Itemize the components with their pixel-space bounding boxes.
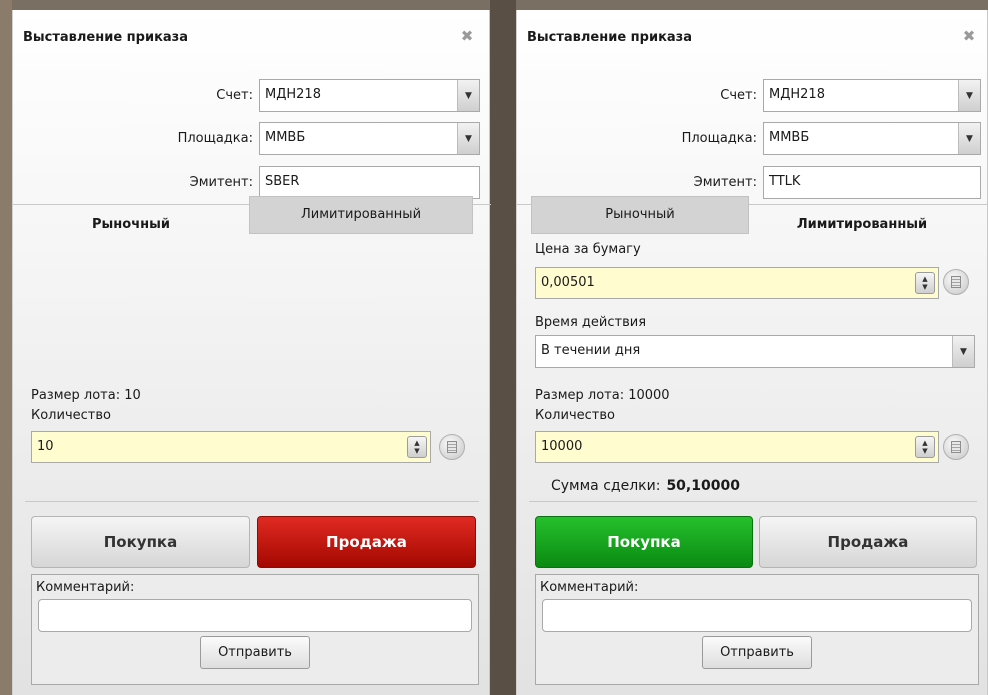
comment-section: Комментарий: Отправить: [535, 574, 979, 685]
spinner-icon[interactable]: ▲ ▼: [407, 436, 427, 458]
lot-size-text: Размер лота: 10: [31, 388, 141, 403]
issuer-label: Эмитент:: [189, 175, 253, 190]
close-icon[interactable]: ✖: [459, 28, 475, 44]
divider: [529, 501, 977, 502]
chevron-down-icon[interactable]: ▼: [958, 123, 980, 154]
issuer-input[interactable]: SBER: [259, 166, 480, 199]
divider: [25, 501, 479, 502]
tab-limit[interactable]: Лимитированный: [749, 207, 975, 245]
calculator-icon[interactable]: [943, 434, 969, 460]
quantity-value: 10000: [541, 439, 583, 454]
trade-total-value: 50,10000: [666, 478, 740, 494]
price-value: 0,00501: [541, 275, 595, 290]
comment-input[interactable]: [38, 599, 472, 632]
send-button[interactable]: Отправить: [702, 636, 812, 669]
validity-value: В течении дня: [541, 343, 641, 358]
comment-input[interactable]: [542, 599, 972, 632]
price-input[interactable]: 0,00501 ▲ ▼: [535, 267, 939, 299]
calculator-icon[interactable]: [943, 269, 969, 295]
comment-label: Комментарий:: [540, 580, 639, 595]
panel-title: Выставление приказа: [527, 30, 692, 45]
price-label: Цена за бумагу: [535, 242, 641, 257]
trade-total: Сумма сделки: 50,10000: [551, 478, 740, 494]
account-label: Счет:: [720, 88, 757, 103]
issuer-value: TTLK: [769, 174, 801, 189]
tab-market[interactable]: Рыночный: [13, 207, 249, 245]
lot-size-text: Размер лота: 10000: [535, 388, 670, 403]
tab-market[interactable]: Рыночный: [531, 196, 749, 234]
venue-select[interactable]: ММВБ ▼: [763, 122, 981, 155]
account-select[interactable]: МДН218 ▼: [763, 79, 981, 112]
buy-button[interactable]: Покупка: [535, 516, 753, 568]
order-panel-market: Выставление приказа ✖ Счет: МДН218 ▼ Пло…: [12, 10, 491, 695]
chevron-down-icon[interactable]: ▼: [457, 123, 479, 154]
chevron-down-icon[interactable]: ▼: [958, 80, 980, 111]
issuer-input[interactable]: TTLK: [763, 166, 981, 199]
venue-select[interactable]: ММВБ ▼: [259, 122, 480, 155]
quantity-label: Количество: [535, 408, 615, 423]
trade-total-label: Сумма сделки:: [551, 478, 661, 494]
account-select[interactable]: МДН218 ▼: [259, 79, 480, 112]
quantity-input[interactable]: 10000 ▲ ▼: [535, 431, 939, 463]
issuer-label: Эмитент:: [693, 175, 757, 190]
close-icon[interactable]: ✖: [961, 28, 977, 44]
account-label: Счет:: [216, 88, 253, 103]
chevron-down-icon[interactable]: ▼: [457, 80, 479, 111]
order-panel-limit: Выставление приказа ✖ Счет: МДН218 ▼ Пло…: [516, 10, 988, 695]
comment-label: Комментарий:: [36, 580, 135, 595]
venue-value: ММВБ: [769, 130, 810, 145]
background-middle: [490, 0, 516, 695]
venue-value: ММВБ: [265, 130, 306, 145]
calculator-icon[interactable]: [439, 434, 465, 460]
quantity-value: 10: [37, 439, 54, 454]
buy-button[interactable]: Покупка: [31, 516, 250, 568]
sell-button[interactable]: Продажа: [759, 516, 977, 568]
venue-label: Площадка:: [681, 131, 757, 146]
send-button[interactable]: Отправить: [200, 636, 310, 669]
account-value: МДН218: [769, 87, 825, 102]
venue-label: Площадка:: [177, 131, 253, 146]
comment-section: Комментарий: Отправить: [31, 574, 479, 685]
account-value: МДН218: [265, 87, 321, 102]
quantity-label: Количество: [31, 408, 111, 423]
validity-select[interactable]: В течении дня ▼: [535, 335, 975, 368]
background-left: [0, 0, 12, 695]
issuer-value: SBER: [265, 174, 300, 189]
quantity-input[interactable]: 10 ▲ ▼: [31, 431, 431, 463]
chevron-down-icon[interactable]: ▼: [952, 336, 974, 367]
sell-button[interactable]: Продажа: [257, 516, 476, 568]
tab-limit[interactable]: Лимитированный: [249, 196, 473, 234]
panel-title: Выставление приказа: [23, 30, 188, 45]
spinner-icon[interactable]: ▲ ▼: [915, 272, 935, 294]
validity-label: Время действия: [535, 315, 647, 330]
spinner-icon[interactable]: ▲ ▼: [915, 436, 935, 458]
